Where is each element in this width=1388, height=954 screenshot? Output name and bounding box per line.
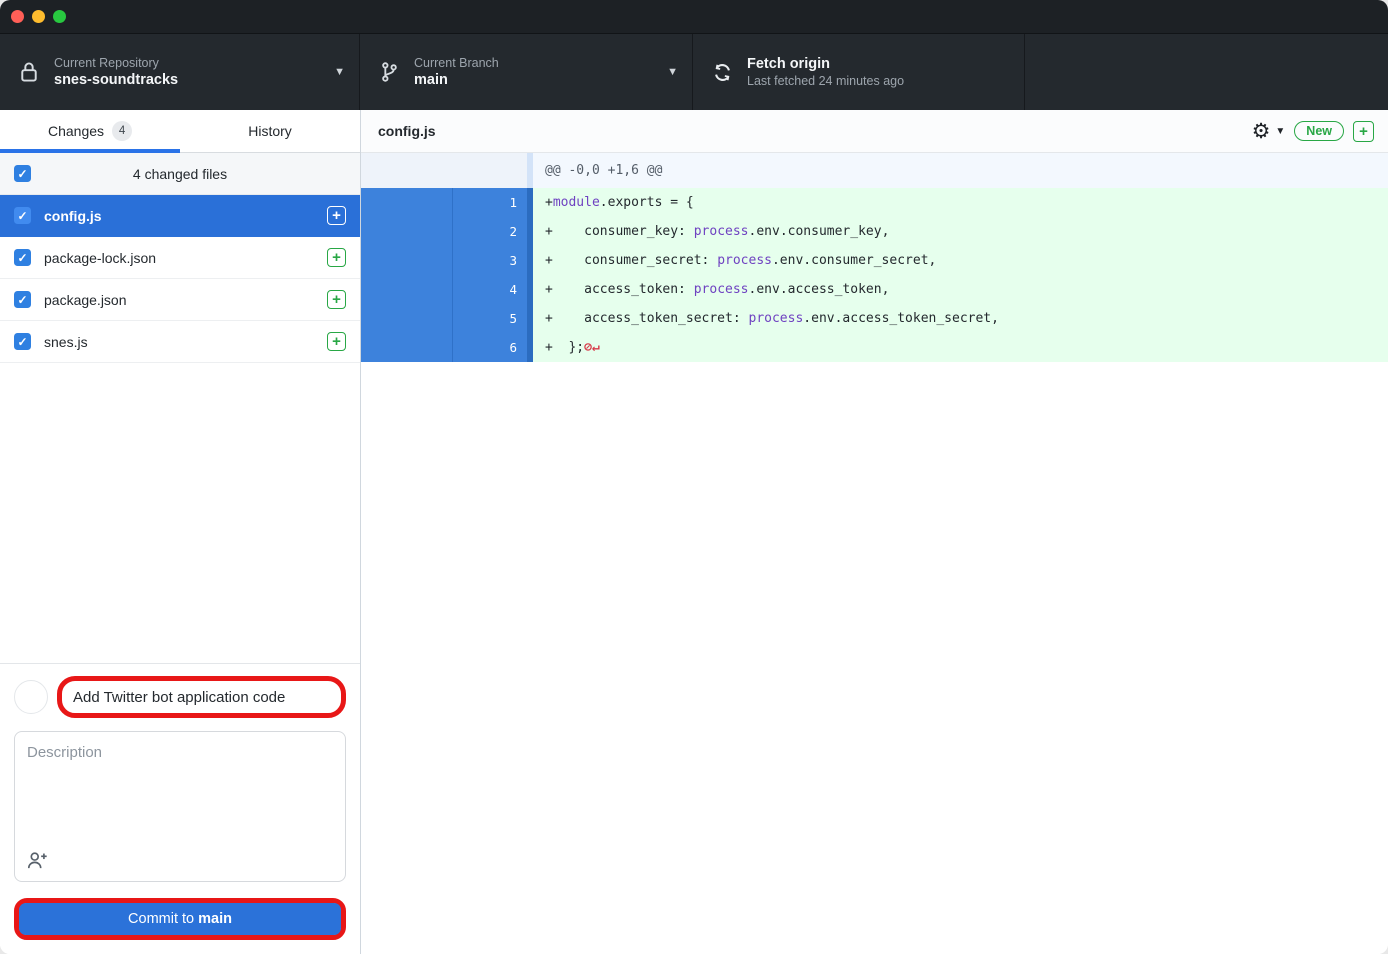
add-coauthor-icon[interactable]	[27, 851, 48, 870]
current-repository-dropdown[interactable]: Current Repository snes-soundtracks ▼	[0, 34, 360, 110]
file-row[interactable]: ✓ config.js+	[0, 195, 360, 237]
diff-added-line[interactable]: 1+module.exports = {	[361, 188, 1388, 217]
diff-added-line[interactable]: 5+ access_token_secret: process.env.acce…	[361, 304, 1388, 333]
diff-options-dropdown[interactable]: ⚙ ▼	[1252, 121, 1286, 142]
titlebar	[0, 0, 1388, 34]
fetch-origin-title: Fetch origin	[747, 56, 1010, 72]
sidebar-empty-area	[0, 363, 360, 663]
fetch-origin-button[interactable]: Fetch origin Last fetched 24 minutes ago	[693, 34, 1025, 110]
chevron-down-icon: ▼	[1275, 126, 1285, 137]
new-line-number[interactable]: 2	[453, 217, 533, 246]
new-line-number[interactable]: 6	[453, 333, 533, 362]
current-branch-value: main	[414, 72, 659, 88]
changed-files-header: ✓ 4 changed files	[0, 153, 360, 195]
code-line: + };⊘↵	[533, 333, 1388, 362]
changed-files-summary: 4 changed files	[0, 166, 360, 182]
file-checkbox[interactable]: ✓	[14, 249, 31, 266]
diff-lines: 1+module.exports = {2+ consumer_key: pro…	[361, 188, 1388, 362]
github-desktop-window: Current Repository snes-soundtracks ▼ Cu…	[0, 0, 1388, 954]
file-checkbox[interactable]: ✓	[14, 291, 31, 308]
current-repository-value: snes-soundtracks	[54, 72, 326, 88]
new-line-number[interactable]: 3	[453, 246, 533, 275]
diff-panel: config.js ⚙ ▼ New + @@ -0,0 +1,6 @@ 1+mo…	[361, 110, 1388, 954]
commit-button-branch: main	[198, 911, 232, 927]
file-name: config.js	[44, 208, 327, 224]
toolbar: Current Repository snes-soundtracks ▼ Cu…	[0, 34, 1388, 110]
file-status-badge: New	[1294, 121, 1344, 141]
code-line: + consumer_secret: process.env.consumer_…	[533, 246, 1388, 275]
code-line: + consumer_key: process.env.consumer_key…	[533, 217, 1388, 246]
diff-added-line[interactable]: 6+ };⊘↵	[361, 333, 1388, 362]
commit-button-prefix: Commit to	[128, 911, 198, 927]
sidebar-tabs: Changes 4 History	[0, 110, 360, 153]
git-branch-icon	[378, 61, 400, 83]
avatar	[14, 680, 48, 714]
tab-history-label: History	[248, 123, 292, 139]
commit-button-annotation-highlight: Commit to main	[14, 898, 346, 940]
file-added-status-icon: +	[327, 332, 346, 351]
current-branch-label: Current Branch	[414, 56, 659, 70]
file-name: package.json	[44, 292, 327, 308]
chevron-down-icon: ▼	[334, 66, 345, 78]
code-line: +module.exports = {	[533, 188, 1388, 217]
file-name: package-lock.json	[44, 250, 327, 266]
chevron-down-icon: ▼	[667, 66, 678, 78]
file-added-status-icon: +	[327, 248, 346, 267]
old-line-number-gutter[interactable]	[361, 333, 453, 362]
current-branch-dropdown[interactable]: Current Branch main ▼	[360, 34, 693, 110]
diff-file-title: config.js	[378, 123, 1252, 139]
tab-changes[interactable]: Changes 4	[0, 110, 180, 152]
file-row[interactable]: ✓ snes.js+	[0, 321, 360, 363]
old-line-number-gutter[interactable]	[361, 217, 453, 246]
new-line-number[interactable]: 5	[453, 304, 533, 333]
tab-changes-label: Changes	[48, 123, 104, 139]
description-placeholder: Description	[27, 744, 333, 761]
changes-sidebar: Changes 4 History ✓ 4 changed files ✓ con…	[0, 110, 361, 954]
gear-icon: ⚙	[1252, 121, 1271, 142]
diff-added-line[interactable]: 3+ consumer_secret: process.env.consumer…	[361, 246, 1388, 275]
zoom-window-button[interactable]	[53, 10, 66, 23]
hunk-header-text: @@ -0,0 +1,6 @@	[533, 153, 1388, 188]
commit-summary-input[interactable]: Add Twitter bot application code	[62, 689, 296, 706]
new-line-number[interactable]: 4	[453, 275, 533, 304]
file-list: ✓config.js+✓package-lock.json+✓package.j…	[0, 195, 360, 363]
current-repository-label: Current Repository	[54, 56, 326, 70]
lock-icon	[18, 61, 40, 83]
commit-area: Add Twitter bot application code Descrip…	[0, 663, 360, 954]
diff-added-line[interactable]: 4+ access_token: process.env.access_toke…	[361, 275, 1388, 304]
file-row[interactable]: ✓ package-lock.json+	[0, 237, 360, 279]
old-line-number-gutter[interactable]	[361, 304, 453, 333]
code-line: + access_token_secret: process.env.acces…	[533, 304, 1388, 333]
fetch-origin-subtitle: Last fetched 24 minutes ago	[747, 74, 1010, 88]
close-window-button[interactable]	[11, 10, 24, 23]
add-file-icon[interactable]: +	[1353, 121, 1374, 142]
toolbar-empty-area	[1025, 34, 1388, 110]
commit-description-field[interactable]: Description	[14, 731, 346, 882]
file-row[interactable]: ✓ package.json+	[0, 279, 360, 321]
summary-annotation-highlight: Add Twitter bot application code	[57, 676, 346, 718]
diff-header: config.js ⚙ ▼ New +	[361, 110, 1388, 153]
file-added-status-icon: +	[327, 290, 346, 309]
old-line-number-gutter[interactable]	[361, 275, 453, 304]
minimize-window-button[interactable]	[32, 10, 45, 23]
code-line: + access_token: process.env.access_token…	[533, 275, 1388, 304]
tab-history[interactable]: History	[180, 110, 360, 152]
sync-icon	[711, 62, 733, 83]
old-line-number-gutter[interactable]	[361, 188, 453, 217]
file-name: snes.js	[44, 334, 327, 350]
commit-to-main-button[interactable]: Commit to main	[19, 903, 341, 935]
diff-view: @@ -0,0 +1,6 @@ 1+module.exports = {2+ c…	[361, 153, 1388, 954]
file-checkbox[interactable]: ✓	[14, 207, 31, 224]
old-line-number-gutter[interactable]	[361, 246, 453, 275]
file-added-status-icon: +	[327, 206, 346, 225]
new-line-number[interactable]: 1	[453, 188, 533, 217]
hunk-header-row: @@ -0,0 +1,6 @@	[361, 153, 1388, 188]
file-checkbox[interactable]: ✓	[14, 333, 31, 350]
changes-count-badge: 4	[112, 121, 132, 141]
diff-added-line[interactable]: 2+ consumer_key: process.env.consumer_ke…	[361, 217, 1388, 246]
